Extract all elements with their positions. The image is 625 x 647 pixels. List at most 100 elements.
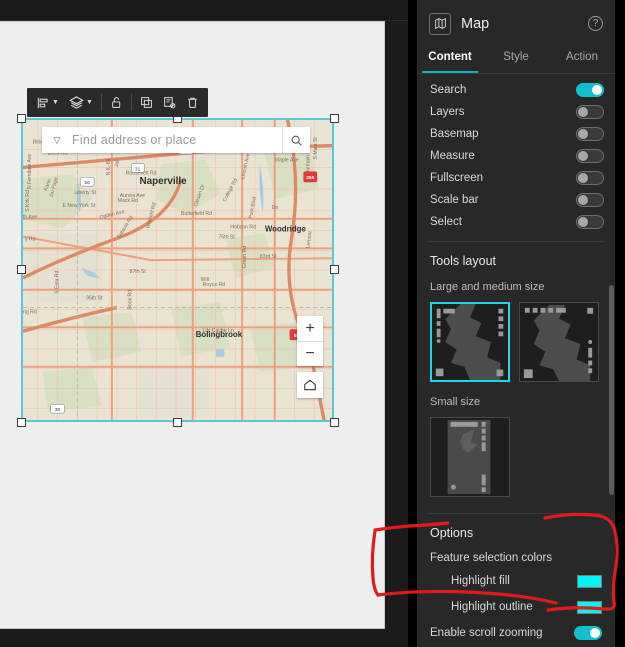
toggle-switch-search[interactable] (576, 83, 604, 97)
svg-text:Liberty St: Liberty St (74, 190, 96, 196)
tab-style[interactable]: Style (483, 47, 549, 73)
toggle-switch-select[interactable] (576, 215, 604, 229)
app-root: S Kirk Rd Bilter Rd Ferry Rd Diehl Rd W … (0, 0, 625, 647)
scroll-zoom-row[interactable]: Enable scroll zooming (430, 622, 602, 644)
toggle-switch-scale-bar[interactable] (576, 193, 604, 207)
svg-text:56: 56 (84, 180, 90, 186)
map-settings-panel: Map ? Content Style Action Search Layers (417, 0, 615, 647)
tab-content[interactable]: Content (417, 47, 483, 73)
toggle-switch-fullscreen[interactable] (576, 171, 604, 185)
toggle-label: Basemap (430, 128, 479, 140)
highlight-outline-row[interactable]: Highlight outline (430, 596, 602, 618)
svg-text:Aurora Ave: Aurora Ave (120, 193, 145, 199)
resize-handle-nw[interactable] (17, 114, 26, 123)
highlight-fill-swatch[interactable] (577, 574, 602, 588)
chevron-down-icon[interactable]: ▽ (42, 135, 72, 146)
home-button[interactable] (297, 372, 323, 398)
layers-icon[interactable]: ▼ (64, 88, 98, 117)
svg-text:Bolingbrook: Bolingbrook (196, 330, 243, 339)
object-toolbar[interactable]: ▼ ▼ (27, 88, 208, 117)
layout-preview (431, 418, 509, 496)
map-icon (429, 12, 451, 35)
resize-handle-se[interactable] (330, 418, 339, 427)
resize-handle-w[interactable] (17, 265, 26, 274)
zoom-out-button[interactable]: − (297, 341, 323, 366)
tools-layout-section: Tools layout Large and medium size (417, 242, 615, 390)
duplicate-icon[interactable] (135, 88, 158, 117)
layout-option-right[interactable] (519, 302, 599, 382)
toggle-row-layers[interactable]: Layers (417, 101, 615, 123)
layout-option-left[interactable] (430, 302, 510, 382)
top-bar (0, 0, 408, 21)
svg-text:N IL-59: N IL-59 (106, 158, 112, 175)
toggle-row-scale-bar[interactable]: Scale bar (417, 189, 615, 211)
svg-text:Naperville: Naperville (139, 176, 187, 187)
svg-text:S Eola Rd: S Eola Rd (55, 271, 61, 294)
search-icon[interactable] (282, 127, 310, 153)
chevron-down-icon[interactable]: ▼ (52, 99, 59, 106)
svg-text:83rd St: 83rd St (260, 254, 277, 260)
options-title: Options (430, 526, 474, 540)
align-icon[interactable]: ▼ (31, 88, 64, 117)
layout-option-small[interactable] (430, 417, 510, 497)
highlight-fill-row[interactable]: Highlight fill (430, 570, 602, 592)
resize-handle-ne[interactable] (330, 114, 339, 123)
zoom-controls[interactable]: + − (297, 316, 323, 366)
highlight-outline-swatch[interactable] (577, 600, 602, 614)
svg-text:E New York St: E New York St (62, 203, 95, 209)
search-input[interactable]: Find address or place (72, 133, 282, 147)
home-icon (304, 379, 316, 391)
page-title: Map (461, 15, 490, 32)
copy-style-icon[interactable] (158, 88, 181, 117)
toggle-switch-layers[interactable] (576, 105, 604, 119)
toggle-row-measure[interactable]: Measure (417, 145, 615, 167)
toggle-switch-measure[interactable] (576, 149, 604, 163)
resize-handle-e[interactable] (330, 265, 339, 274)
layout-preview (432, 304, 508, 380)
svg-text:y Rd: y Rd (25, 236, 36, 242)
svg-text:30: 30 (55, 407, 61, 413)
panel-scrollbar[interactable] (609, 285, 614, 495)
unlock-icon[interactable] (105, 88, 128, 117)
map-raster[interactable]: S Kirk Rd Bilter Rd Ferry Rd Diehl Rd W … (23, 120, 332, 420)
svg-text:87th St: 87th St (130, 269, 147, 275)
small-size-label: Small size (430, 396, 481, 408)
toggle-row-fullscreen[interactable]: Fullscreen (417, 167, 615, 189)
small-size-section: Small size (417, 390, 615, 505)
svg-text:95th St: 95th St (86, 296, 103, 302)
toggle-row-basemap[interactable]: Basemap (417, 123, 615, 145)
toggle-label: Fullscreen (430, 172, 484, 184)
chevron-down-icon[interactable]: ▼ (86, 99, 93, 106)
tab-action[interactable]: Action (549, 47, 615, 73)
tools-layout-title: Tools layout (430, 254, 497, 268)
zoom-in-button[interactable]: + (297, 316, 323, 341)
toggle-switch-basemap[interactable] (576, 127, 604, 141)
toggle-row-search[interactable]: Search (417, 79, 615, 101)
help-icon[interactable]: ? (588, 16, 603, 31)
resize-handle-s[interactable] (173, 418, 182, 427)
svg-text:ng Rd: ng Rd (23, 309, 37, 315)
right-panel: Map ? Content Style Action Search Layers (408, 0, 625, 647)
map-search-widget[interactable]: ▽ Find address or place (42, 127, 310, 153)
svg-text:Green Rd: Green Rd (242, 246, 248, 268)
canvas-bottom-bar (0, 629, 408, 647)
resize-handle-sw[interactable] (17, 418, 26, 427)
highlight-outline-label: Highlight outline (451, 601, 533, 613)
svg-text:Will: Will (201, 277, 209, 283)
feature-selection-colors-label: Feature selection colors (430, 552, 553, 564)
svg-text:Maple Ave: Maple Ave (275, 157, 299, 163)
svg-text:S Main St: S Main St (313, 137, 319, 160)
toggle-label: Layers (430, 106, 465, 118)
svg-text:N Ferndale Ave: N Ferndale Ave (27, 154, 33, 189)
toggle-row-select[interactable]: Select (417, 211, 615, 233)
delete-icon[interactable] (181, 88, 204, 117)
svg-text:Hobson Rd: Hobson Rd (230, 225, 256, 231)
toggle-label: Select (430, 216, 462, 228)
panel-tabs: Content Style Action (417, 47, 615, 74)
toggle-label: Scale bar (430, 194, 479, 206)
map-widget[interactable]: S Kirk Rd Bilter Rd Ferry Rd Diehl Rd W … (21, 118, 334, 422)
map-frame: S Kirk Rd Bilter Rd Ferry Rd Diehl Rd W … (21, 118, 334, 422)
toggle-label: Measure (430, 150, 475, 162)
toolbar-divider (130, 94, 132, 111)
toggle-switch-scroll-zoom[interactable] (574, 626, 602, 640)
